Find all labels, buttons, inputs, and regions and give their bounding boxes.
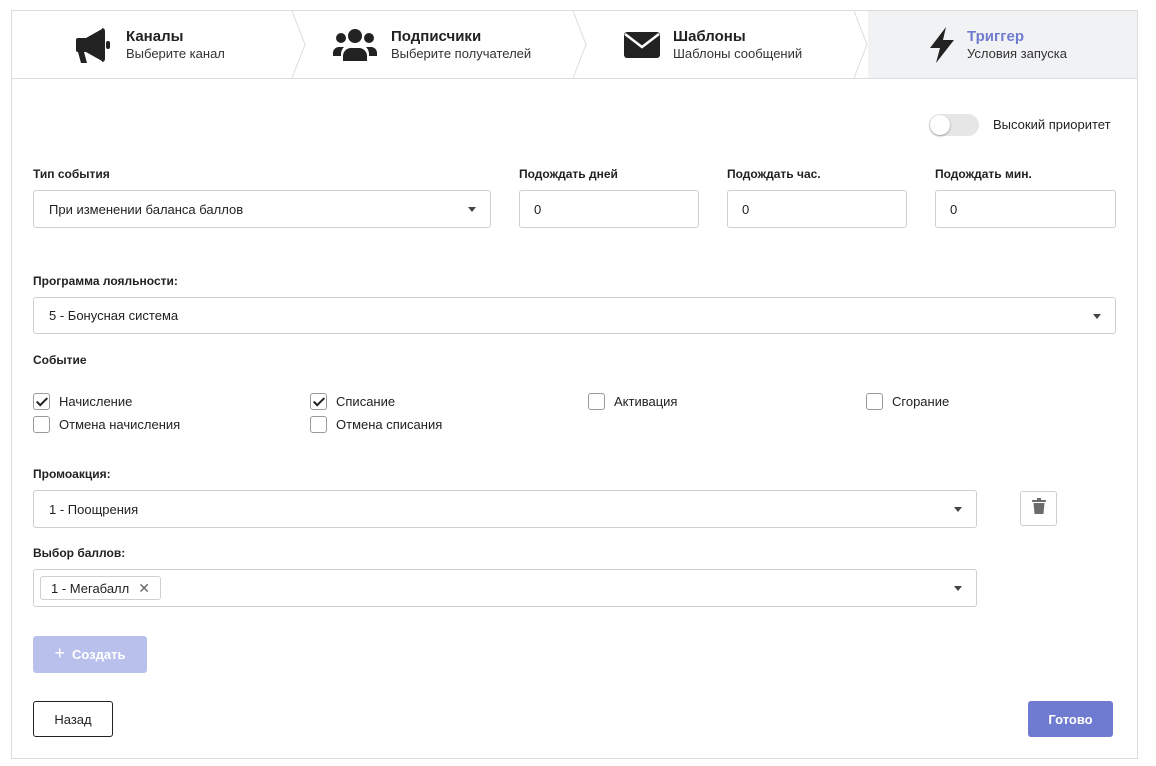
step-title: Шаблоны [673, 28, 746, 45]
event-type-label: Тип события [33, 167, 110, 181]
create-button[interactable]: + Создать [33, 636, 147, 673]
wizard-panel: Каналы Выберите канал Подписчики Выберит… [11, 10, 1138, 759]
users-icon [332, 25, 378, 65]
trash-icon [1031, 498, 1046, 519]
loyalty-value: 5 - Бонусная система [49, 308, 179, 323]
step-title: Подписчики [391, 28, 482, 45]
plus-icon: + [54, 643, 66, 663]
back-button[interactable]: Назад [33, 701, 113, 737]
chevron-down-icon [954, 586, 962, 591]
done-button[interactable]: Готово [1028, 701, 1113, 737]
megaphone-icon [74, 25, 114, 65]
checkbox-writeoff-cancel[interactable]: Отмена списания [310, 416, 442, 433]
checkbox-box[interactable] [33, 393, 50, 410]
priority-label: Высокий приоритет [993, 117, 1111, 132]
step-trigger[interactable]: Триггер Условия запуска [868, 11, 1137, 78]
event-label: Событие [33, 353, 87, 367]
step-channels[interactable]: Каналы Выберите канал [12, 11, 292, 78]
loyalty-select[interactable]: 5 - Бонусная система [33, 297, 1116, 334]
wait-hours-input[interactable]: 0 [727, 190, 907, 228]
points-label: Выбор баллов: [33, 546, 126, 560]
step-subscribers[interactable]: Подписчики Выберите получателей [306, 11, 574, 78]
delete-button[interactable] [1020, 491, 1057, 526]
step-title: Триггер [967, 28, 1024, 45]
step-subtitle: Выберите получателей [391, 46, 532, 61]
remove-tag-icon[interactable]: ✕ [138, 580, 150, 597]
lightning-icon [922, 25, 962, 65]
checkbox-label: Начисление [59, 394, 133, 409]
chevron-down-icon [954, 507, 962, 512]
promo-value: 1 - Поощрения [49, 501, 139, 517]
wait-minutes-value: 0 [950, 201, 958, 217]
create-button-label: Создать [72, 647, 126, 662]
step-subtitle: Шаблоны сообщений [673, 46, 803, 61]
checkbox-activation[interactable]: Активация [588, 393, 677, 410]
checkbox-box[interactable] [310, 416, 327, 433]
checkbox-expiration[interactable]: Сгорание [866, 393, 949, 410]
wait-hours-label: Подождать час. [727, 167, 821, 181]
checkbox-box[interactable] [866, 393, 883, 410]
checkbox-label: Списание [336, 394, 396, 409]
loyalty-label: Программа лояльности: [33, 274, 178, 288]
promo-label: Промоакция: [33, 467, 111, 481]
checkbox-writeoff[interactable]: Списание [310, 393, 395, 410]
wait-days-value: 0 [534, 201, 542, 217]
step-separator [292, 11, 306, 78]
promo-select[interactable]: 1 - Поощрения [33, 490, 977, 528]
wait-minutes-label: Подождать мин. [935, 167, 1032, 181]
checkbox-box[interactable] [33, 416, 50, 433]
checkbox-label: Отмена списания [336, 417, 443, 432]
envelope-icon [622, 25, 662, 65]
wait-days-input[interactable]: 0 [519, 190, 699, 228]
wait-hours-value: 0 [742, 201, 750, 217]
toggle-knob [930, 115, 950, 135]
points-tag: 1 - Мегабалл ✕ [40, 576, 161, 600]
chevron-down-icon [1093, 314, 1101, 319]
wait-minutes-input[interactable]: 0 [935, 190, 1116, 228]
step-separator [854, 11, 868, 78]
checkbox-box[interactable] [310, 393, 327, 410]
checkbox-box[interactable] [588, 393, 605, 410]
done-button-label: Готово [1048, 711, 1093, 727]
chevron-down-icon [468, 207, 476, 212]
checkbox-label: Сгорание [892, 394, 950, 409]
event-type-select[interactable]: При изменении баланса баллов [33, 190, 491, 228]
step-subtitle: Условия запуска [967, 46, 1067, 61]
priority-toggle[interactable] [929, 114, 979, 136]
step-separator [573, 11, 587, 78]
back-button-label: Назад [54, 711, 92, 727]
points-select[interactable]: 1 - Мегабалл ✕ [33, 569, 977, 607]
step-title: Каналы [126, 28, 184, 45]
step-subtitle: Выберите канал [126, 46, 225, 61]
checkbox-label: Отмена начисления [59, 417, 181, 432]
checkbox-label: Активация [614, 394, 678, 409]
step-templates[interactable]: Шаблоны Шаблоны сообщений [587, 11, 855, 78]
points-tag-label: 1 - Мегабалл [51, 580, 130, 596]
wait-days-label: Подождать дней [519, 167, 618, 181]
checkbox-accrual[interactable]: Начисление [33, 393, 132, 410]
steps-bar: Каналы Выберите канал Подписчики Выберит… [12, 11, 1137, 79]
event-type-value: При изменении баланса баллов [49, 201, 244, 217]
checkbox-accrual-cancel[interactable]: Отмена начисления [33, 416, 180, 433]
